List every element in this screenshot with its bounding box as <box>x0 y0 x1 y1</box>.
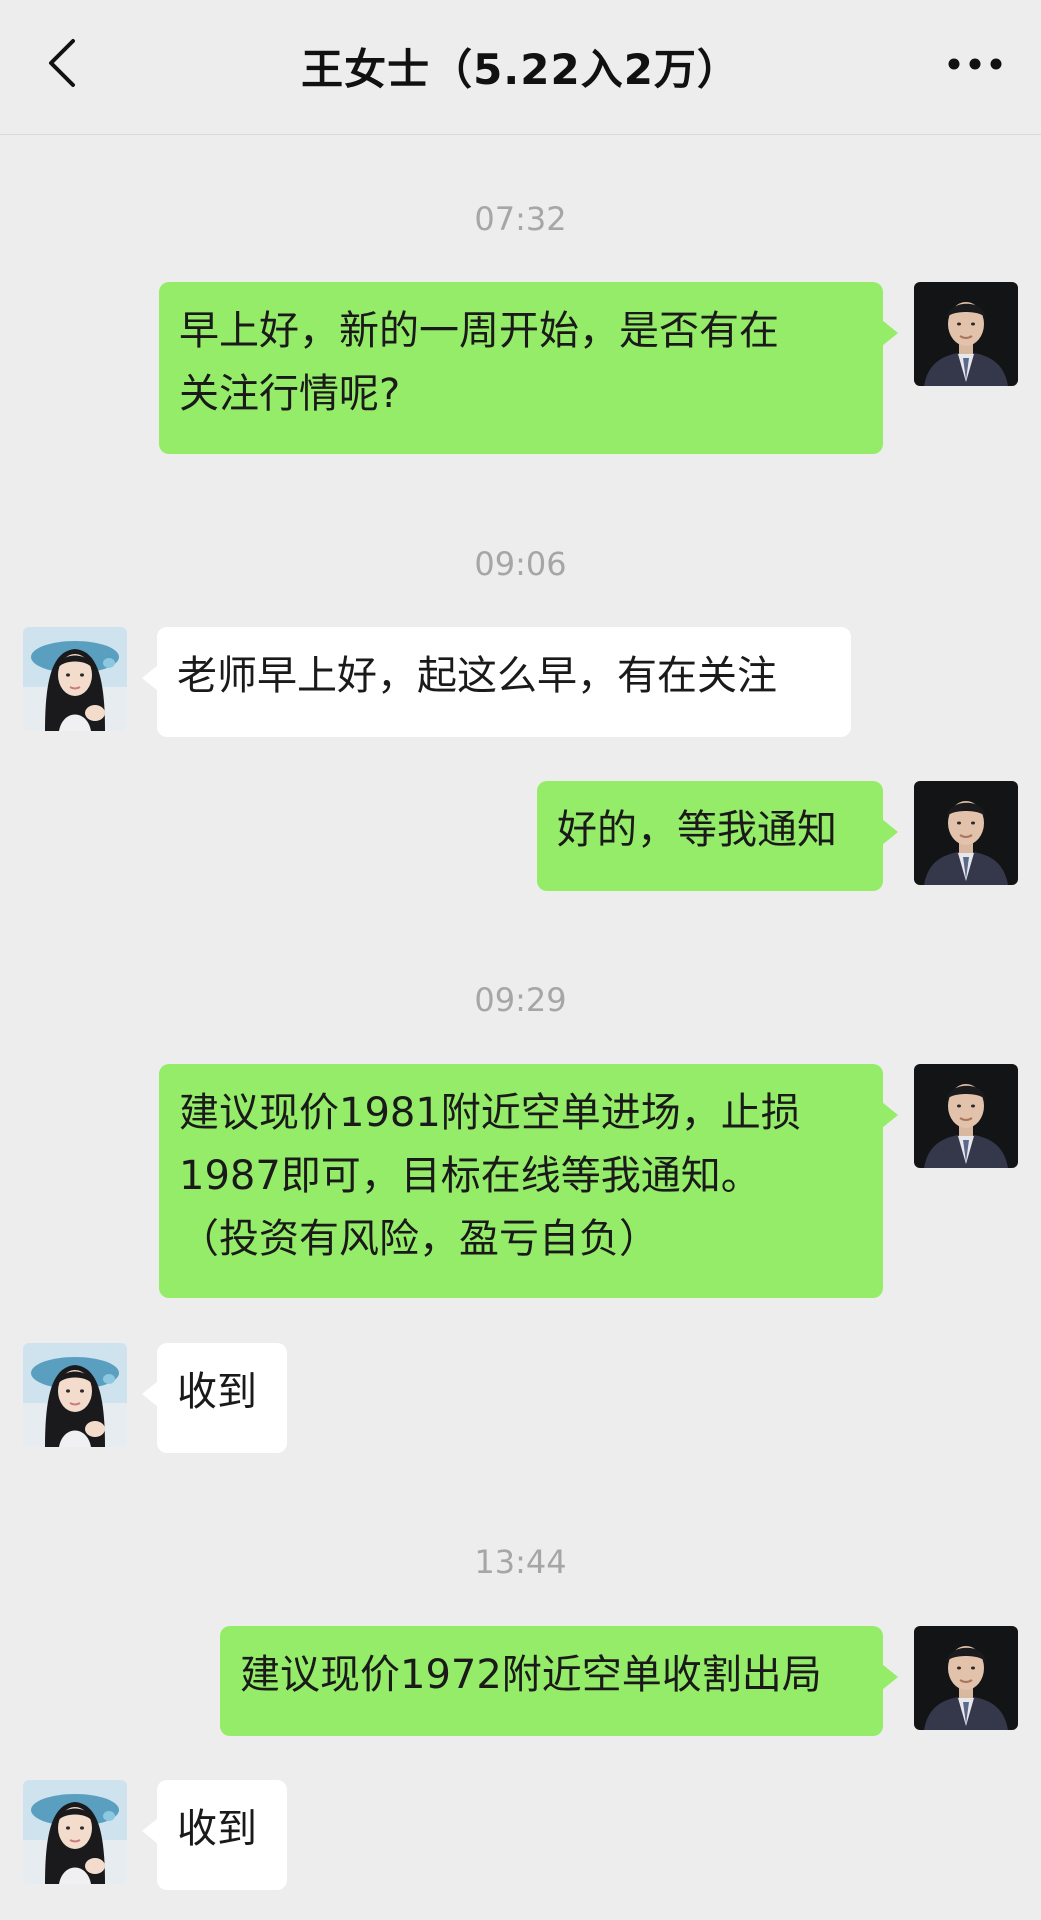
timestamp: 07:32 <box>474 200 567 238</box>
chat-header: 王女士（5.22入2万） <box>0 0 1041 135</box>
woman-portrait-icon <box>23 1343 127 1447</box>
sent-message[interactable]: 建议现价1972附近空单收割出局 <box>220 1626 898 1736</box>
man-portrait-icon <box>914 1626 1018 1730</box>
my-avatar[interactable] <box>914 1064 1018 1168</box>
sent-message[interactable]: 建议现价1981附近空单进场，止损 1987即可，目标在线等我通知。 （投资有风… <box>159 1064 898 1298</box>
contact-avatar[interactable] <box>23 1343 127 1447</box>
timestamp: 09:29 <box>474 981 567 1019</box>
my-avatar[interactable] <box>914 781 1018 885</box>
received-message[interactable]: 收到 <box>142 1343 287 1453</box>
more-dots-icon <box>948 58 1002 70</box>
received-message[interactable]: 收到 <box>142 1780 287 1890</box>
my-avatar[interactable] <box>914 282 1018 386</box>
timestamp: 09:06 <box>474 545 567 583</box>
chevron-left-icon <box>49 39 75 87</box>
received-message[interactable]: 老师早上好，起这么早，有在关注 <box>142 627 851 737</box>
timestamp: 13:44 <box>474 1543 567 1581</box>
sent-message[interactable]: 早上好，新的一周开始，是否有在 关注行情呢? <box>159 282 898 454</box>
more-button[interactable] <box>937 34 1013 94</box>
man-portrait-icon <box>914 1064 1018 1168</box>
back-button[interactable] <box>28 28 98 98</box>
chat-title: 王女士（5.22入2万） <box>301 45 740 94</box>
woman-portrait-icon <box>23 1780 127 1884</box>
sent-message[interactable]: 好的，等我通知 <box>537 781 898 891</box>
my-avatar[interactable] <box>914 1626 1018 1730</box>
contact-avatar[interactable] <box>23 627 127 731</box>
man-portrait-icon <box>914 282 1018 386</box>
man-portrait-icon <box>914 781 1018 885</box>
woman-portrait-icon <box>23 627 127 731</box>
contact-avatar[interactable] <box>23 1780 127 1884</box>
